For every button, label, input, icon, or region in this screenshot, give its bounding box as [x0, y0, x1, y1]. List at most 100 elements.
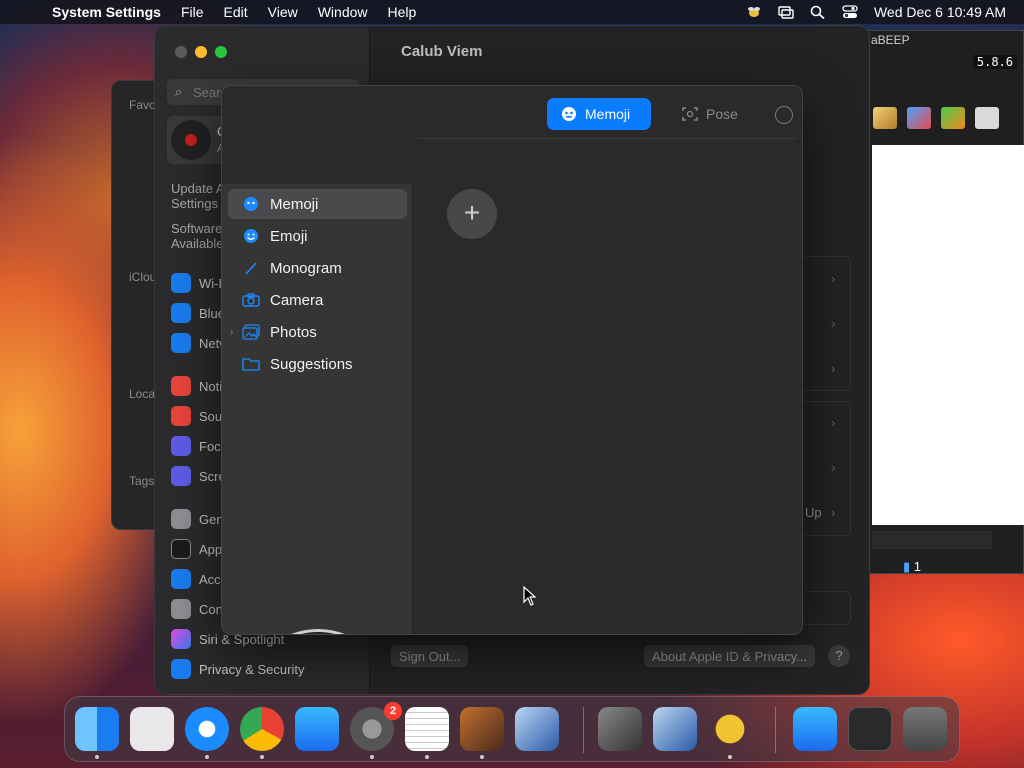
sidebar-item-general[interactable]: Gen [171, 509, 224, 529]
sidebar-item-control-center[interactable]: Con [171, 599, 223, 619]
sidebar-item-label: Privacy & Security [199, 661, 305, 677]
sidebar-item-network[interactable]: Netw [171, 333, 229, 353]
tools-icon[interactable] [907, 107, 931, 129]
game-controller-icon[interactable] [598, 707, 642, 751]
chevron-right-icon[interactable]: › [831, 415, 835, 430]
siri-icon [171, 629, 191, 649]
bee-app-icon[interactable] [708, 707, 752, 751]
chevron-right-icon[interactable]: › [831, 460, 835, 475]
category-label: Suggestions [270, 355, 353, 373]
chevron-right-icon[interactable]: › [831, 505, 835, 520]
app-store-downloads-icon[interactable] [793, 707, 837, 751]
sidebar-item-label: Con [199, 601, 223, 617]
category-photos[interactable]: › Photos [228, 317, 407, 347]
set-up-label[interactable]: Up [805, 505, 822, 520]
finder-icon[interactable] [75, 707, 119, 751]
beep-canvas[interactable] [872, 145, 1024, 525]
menu-help[interactable]: Help [378, 4, 427, 20]
category-label: Photos [270, 323, 317, 341]
trash-icon[interactable] [975, 107, 999, 129]
menu-clock[interactable]: Wed Dec 6 10:49 AM [874, 4, 1006, 20]
sidebar-item-focus[interactable]: Focu [171, 436, 228, 456]
help-button[interactable]: ? [828, 645, 850, 667]
beep-window: aBEEP 5.8.6 ▮ 1 [862, 30, 1024, 574]
search-icon: ⌕ [175, 84, 183, 99]
finder-icloud-label: iClou [129, 270, 157, 284]
category-label: Camera [270, 291, 324, 309]
arrow-icon[interactable] [941, 107, 965, 129]
chrome-window-icon[interactable] [848, 707, 892, 751]
sidebar-item-sound[interactable]: Sou [171, 406, 222, 426]
close-button[interactable] [175, 46, 187, 58]
launchpad-icon[interactable] [130, 707, 174, 751]
spotlight-search-icon[interactable] [810, 5, 826, 19]
dock-separator [583, 707, 584, 753]
chevron-right-icon[interactable]: › [831, 271, 835, 286]
control-center-icon [171, 599, 191, 619]
beep-toolbar [873, 107, 999, 129]
bluetooth-icon [171, 303, 191, 323]
window-controls [175, 46, 227, 58]
textedit-icon[interactable] [405, 707, 449, 751]
virtualbox-icon[interactable] [515, 707, 559, 751]
screen-mirroring-icon[interactable] [778, 5, 794, 19]
garageband-icon[interactable] [460, 707, 504, 751]
chrome-icon[interactable] [240, 707, 284, 751]
menu-view[interactable]: View [258, 4, 308, 20]
beep-input-bar[interactable] [872, 531, 992, 549]
app-store-icon[interactable] [295, 707, 339, 751]
category-monogram[interactable]: Monogram [228, 253, 407, 283]
add-memoji-button[interactable]: + [447, 189, 497, 239]
sidebar-item-appearance[interactable]: App [171, 539, 222, 559]
running-indicator [260, 755, 264, 759]
menu-file[interactable]: File [171, 4, 214, 20]
bee-status-icon[interactable] [746, 5, 762, 19]
folder-icon [242, 355, 260, 373]
sidebar-item-bluetooth[interactable]: Blue [171, 303, 225, 323]
category-emoji[interactable]: Emoji [228, 221, 407, 251]
menu-app-name[interactable]: System Settings [42, 4, 171, 20]
sidebar-item-notifications[interactable]: Noti [171, 376, 222, 396]
avatar [171, 120, 211, 160]
menu-window[interactable]: Window [308, 4, 378, 20]
zoom-button[interactable] [215, 46, 227, 58]
pencil-icon[interactable] [873, 107, 897, 129]
sidebar-item-screen-time[interactable]: Scre [171, 466, 226, 486]
sidebar-item-label: App [199, 541, 223, 557]
tab-pose[interactable]: Pose [668, 98, 752, 130]
chevron-right-icon[interactable]: › [831, 361, 835, 376]
sidebar-item-label: Sou [199, 408, 223, 424]
control-center-icon[interactable] [842, 5, 858, 19]
header-divider [417, 138, 797, 139]
menu-edit[interactable]: Edit [214, 4, 258, 20]
category-memoji[interactable]: Memoji [228, 189, 407, 219]
sidebar-item-accessibility[interactable]: Acc [171, 569, 221, 589]
category-camera[interactable]: Camera [228, 285, 407, 315]
about-apple-id-button[interactable]: About Apple ID & Privacy... [644, 645, 816, 667]
finder-locations-label: Loca [129, 387, 156, 401]
category-label: Memoji [270, 195, 319, 213]
virtualbox-icon[interactable] [653, 707, 697, 751]
running-indicator [425, 755, 429, 759]
disclosure-chevron-icon[interactable]: › [230, 327, 233, 338]
beep-window-title: aBEEP [871, 33, 910, 47]
avatar-preview-record[interactable] [244, 629, 392, 634]
memoji-picker-popover: Memoji Pose Memoji Emoji Monogram Camera… [221, 85, 803, 635]
minimize-button[interactable] [195, 46, 207, 58]
settings-group-3 [801, 591, 851, 625]
camera-icon [242, 291, 260, 309]
beep-version: 5.8.6 [972, 55, 1017, 69]
palette-icon[interactable] [775, 106, 793, 124]
sign-out-button[interactable]: Sign Out... [391, 645, 469, 667]
smiley-icon [242, 227, 260, 245]
trash-icon[interactable] [903, 707, 947, 751]
sidebar-item-privacy-security[interactable]: Privacy & Security [171, 659, 304, 679]
bell-icon [171, 376, 191, 396]
running-indicator [728, 755, 732, 759]
safari-icon[interactable] [185, 707, 229, 751]
category-suggestions[interactable]: Suggestions [228, 349, 407, 379]
chevron-right-icon[interactable]: › [831, 316, 835, 331]
tab-memoji[interactable]: Memoji [547, 98, 651, 130]
notification-badge: 2 [384, 702, 402, 720]
category-label: Monogram [270, 259, 342, 277]
